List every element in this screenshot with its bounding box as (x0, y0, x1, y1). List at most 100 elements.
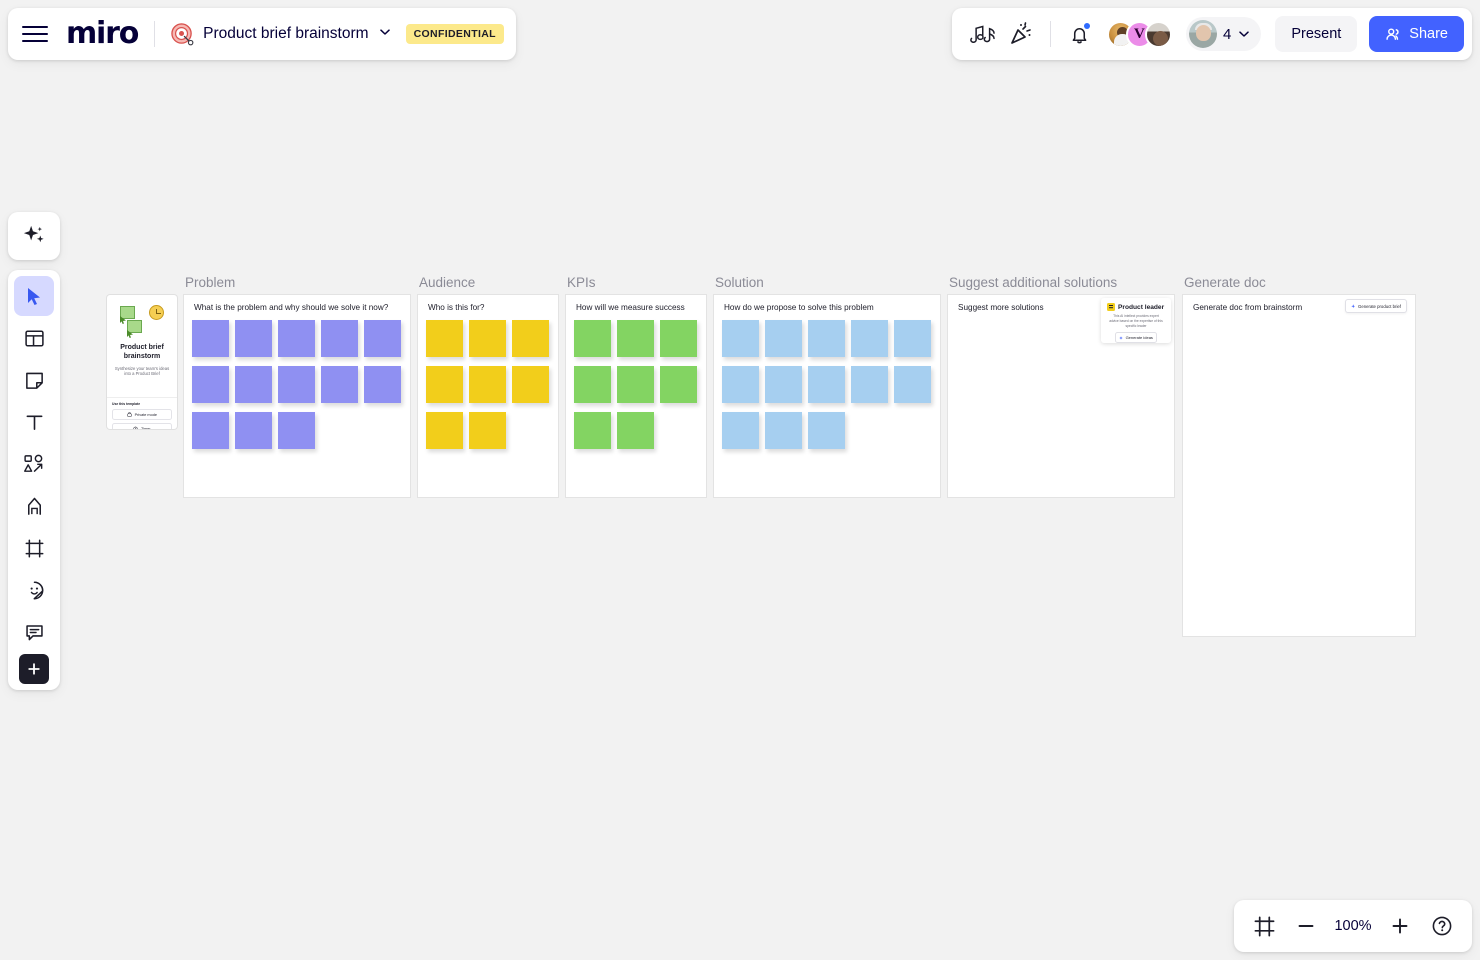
sticky-note[interactable] (851, 366, 888, 403)
frame-title[interactable]: Suggest additional solutions (949, 275, 1117, 290)
sticky-note[interactable] (364, 320, 401, 357)
zoom-in-button[interactable] (1382, 908, 1418, 944)
frame-title[interactable]: Audience (419, 275, 475, 290)
sticky-note[interactable] (722, 412, 759, 449)
frame-title[interactable]: KPIs (567, 275, 596, 290)
sticky-note[interactable] (574, 412, 611, 449)
frame-title[interactable]: Problem (185, 275, 235, 290)
sticky-note[interactable] (512, 320, 549, 357)
zoom-controls: 100% (1234, 900, 1472, 952)
question-mark-icon (1432, 916, 1452, 936)
sticky-note[interactable] (512, 366, 549, 403)
problem-frame[interactable]: Problem What is the problem and why shou… (184, 275, 410, 497)
sticky-note[interactable] (426, 320, 463, 357)
sticky-note[interactable] (321, 320, 358, 357)
sticky-note[interactable] (617, 412, 654, 449)
frame-prompt: How will we measure success (576, 303, 685, 312)
sticky-note[interactable] (660, 366, 697, 403)
generate-ideas-label: Generate ideas (1125, 335, 1153, 341)
template-preview-card[interactable]: Product brief brainstorm Synthesize your… (107, 295, 177, 429)
template-card-subtitle: Synthesize your team's ideas into a Prod… (114, 365, 170, 377)
sticky-note[interactable] (192, 412, 229, 449)
sticky-note[interactable] (851, 320, 888, 357)
sticky-note[interactable] (894, 320, 931, 357)
sticky-note[interactable] (235, 366, 272, 403)
help-button[interactable] (1424, 908, 1460, 944)
frame-prompt: Generate doc from brainstorm (1193, 303, 1303, 312)
sticky-note[interactable] (722, 366, 759, 403)
sticky-note[interactable] (192, 320, 229, 357)
sparkle-icon (1350, 304, 1355, 308)
sticky-note[interactable] (192, 366, 229, 403)
sticky-note[interactable] (894, 366, 931, 403)
expert-badge-icon (1107, 303, 1115, 311)
sticky-note[interactable] (235, 320, 272, 357)
frame-title[interactable]: Solution (715, 275, 764, 290)
audience-frame[interactable]: Audience Who is this for? (418, 275, 558, 497)
ai-card-header: Product leader (1107, 303, 1165, 311)
template-card-title: Product brief brainstorm (120, 344, 164, 360)
sticky-note[interactable] (765, 412, 802, 449)
generate-product-brief-button[interactable]: Generate product brief (1344, 299, 1407, 313)
kpis-frame[interactable]: KPIs How will we measure success (566, 275, 706, 497)
sticky-note[interactable] (278, 412, 315, 449)
timer-button[interactable]: Timer (112, 423, 172, 429)
sticky-note[interactable] (722, 320, 759, 357)
ai-expert-card[interactable]: Product leader This AI intellect provide… (1101, 298, 1171, 344)
zoom-out-button[interactable] (1288, 908, 1324, 944)
sticky-note[interactable] (617, 366, 654, 403)
sticky-note[interactable] (426, 412, 463, 449)
sticky-note[interactable] (278, 366, 315, 403)
frame-prompt: How do we propose to solve this problem (724, 303, 874, 312)
sparkle-icon (1119, 336, 1123, 340)
solution-frame[interactable]: Solution How do we propose to solve this… (714, 275, 940, 497)
frame-body[interactable]: Suggest more solutions Product leader Th… (948, 295, 1174, 497)
frame-body[interactable]: How do we propose to solve this problem (714, 295, 940, 497)
sticky-note[interactable] (765, 320, 802, 357)
sticky-note[interactable] (426, 366, 463, 403)
frame-body[interactable]: How will we measure success (566, 295, 706, 497)
sticky-note[interactable] (765, 366, 802, 403)
sticky-note[interactable] (469, 320, 506, 357)
generate-doc-frame[interactable]: Generate doc Generate doc from brainstor… (1183, 275, 1415, 636)
miro-board-app: miro Product brief brainstorm CONFIDENTI… (0, 0, 1480, 960)
generate-product-brief-label: Generate product brief (1358, 303, 1401, 309)
sticky-note[interactable] (278, 320, 315, 357)
timer-icon (133, 426, 139, 429)
plus-icon (1392, 918, 1408, 934)
template-card-actions: Use this template Private mode Timer (107, 397, 177, 429)
private-mode-label: Private mode (134, 412, 157, 417)
generate-ideas-button[interactable]: Generate ideas (1115, 332, 1157, 344)
ai-card-description: This AI intellect provides expert advice… (1109, 314, 1163, 328)
sticky-note[interactable] (321, 366, 358, 403)
ai-card-title: Product leader (1118, 303, 1165, 311)
private-mode-icon (127, 412, 132, 417)
frame-prompt: Who is this for? (428, 303, 485, 312)
frame-body[interactable]: Who is this for? (418, 295, 558, 497)
sticky-note[interactable] (808, 320, 845, 357)
use-template-label: Use this template (112, 402, 141, 406)
sticky-note[interactable] (469, 412, 506, 449)
sticky-note[interactable] (469, 366, 506, 403)
sticky-note[interactable] (574, 320, 611, 357)
timer-label: Timer (140, 426, 151, 430)
frame-title[interactable]: Generate doc (1184, 275, 1266, 290)
template-card-header: Product brief brainstorm Synthesize your… (107, 295, 177, 397)
private-mode-button[interactable]: Private mode (112, 409, 172, 420)
frame-prompt: What is the problem and why should we so… (194, 303, 389, 312)
frame-body[interactable]: Generate doc from brainstorm Generate pr… (1183, 295, 1415, 636)
sticky-note[interactable] (808, 366, 845, 403)
board-canvas[interactable]: Product brief brainstorm Synthesize your… (0, 0, 1480, 960)
sticky-note[interactable] (235, 412, 272, 449)
frame-body[interactable]: What is the problem and why should we so… (184, 295, 410, 497)
frames-panel-icon[interactable] (1246, 908, 1282, 944)
frame-prompt: Suggest more solutions (958, 303, 1044, 312)
template-illustration-icon (118, 304, 166, 338)
sticky-note[interactable] (364, 366, 401, 403)
sticky-note[interactable] (808, 412, 845, 449)
sticky-note[interactable] (574, 366, 611, 403)
suggest-solutions-frame[interactable]: Suggest additional solutions Suggest mor… (948, 275, 1174, 497)
zoom-level[interactable]: 100% (1330, 918, 1376, 934)
sticky-note[interactable] (617, 320, 654, 357)
sticky-note[interactable] (660, 320, 697, 357)
